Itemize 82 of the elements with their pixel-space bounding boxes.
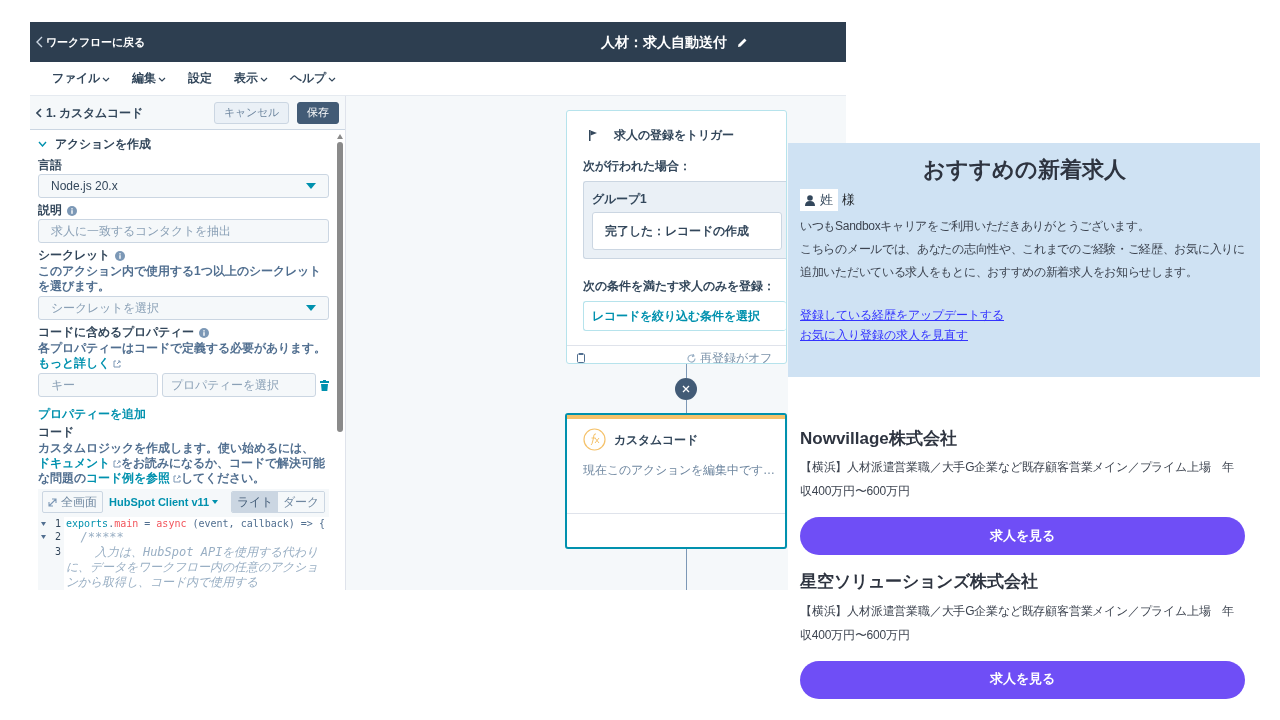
reenroll-status[interactable]: 再登録がオフ bbox=[687, 349, 772, 363]
trigger-title: 求人の登録をトリガー bbox=[614, 127, 734, 144]
save-button[interactable]: 保存 bbox=[297, 101, 339, 124]
close-icon bbox=[682, 385, 690, 393]
condition-box[interactable]: 完了した：レコードの作成 bbox=[592, 212, 782, 250]
function-icon bbox=[583, 428, 606, 451]
action-card[interactable]: カスタムコード 現在このアクションを編集中です… bbox=[565, 413, 787, 549]
doc-link[interactable]: コード例を参照 bbox=[86, 471, 182, 485]
scroll-up-icon[interactable] bbox=[337, 134, 343, 139]
menu-item[interactable]: ヘルプ bbox=[290, 69, 336, 88]
section-title[interactable]: アクションを作成 bbox=[55, 135, 151, 153]
flag-icon bbox=[589, 129, 598, 141]
trigger-card[interactable]: 求人の登録をトリガー 次が行われた場合： グループ1 完了した：レコードの作成 次の条件を満たす求人のみを登録： レコードを絞り込む条件を選択 再登録がオフ bbox=[566, 110, 787, 364]
help-text: このアクション内で使用する1つ以上のシークレットを選びます。 bbox=[38, 264, 322, 294]
back-link[interactable]: ワークフローに戻る bbox=[36, 33, 145, 51]
theme-toggle[interactable]: ライト bbox=[232, 492, 278, 512]
line-number: 2 bbox=[54, 530, 61, 543]
section-label: 次が行われた場合： bbox=[583, 158, 692, 175]
client-dropdown[interactable]: HubSpot Client v11 bbox=[107, 493, 221, 511]
info-icon bbox=[115, 250, 125, 261]
external-link-icon bbox=[113, 459, 122, 468]
chevron-left-icon bbox=[36, 36, 43, 48]
job-description: 【横浜】人材派遣営業職／大手G企業など既存顧客営業メイン／プライム上場 年収400万円〜600万円 bbox=[800, 602, 1235, 644]
help-text: 各プロパティーはコードで定義する必要があります。 もっと詳しく bbox=[38, 341, 327, 371]
external-link-icon bbox=[173, 474, 182, 483]
caret-icon bbox=[212, 500, 219, 504]
info-icon bbox=[67, 205, 77, 216]
info-icon bbox=[199, 327, 209, 338]
action-title: カスタムコード bbox=[614, 431, 698, 449]
view-job-button[interactable]: 求人を見る bbox=[800, 660, 1245, 699]
job-description: 【横浜】人材派遣営業職／大手G企業など既存顧客営業メイン／プライム上場 年収400万円〜600万円 bbox=[800, 459, 1235, 501]
description-field[interactable]: 求人に一致するコンタクトを抽出 bbox=[38, 219, 329, 243]
line-number: 1 bbox=[54, 517, 61, 530]
key-field[interactable]: キー bbox=[38, 373, 158, 397]
company-name: 星空ソリューションズ株式会社 bbox=[800, 572, 1039, 593]
doc-link[interactable]: ドキュメント bbox=[38, 456, 122, 470]
person-icon bbox=[805, 194, 815, 206]
field-label: コードに含めるプロパティー bbox=[38, 325, 194, 340]
honorific: 様 bbox=[842, 191, 855, 209]
fold-icon[interactable] bbox=[41, 521, 46, 526]
company-name: Nowvillage株式会社 bbox=[800, 429, 958, 450]
secret-select[interactable]: シークレットを選択 bbox=[38, 296, 329, 320]
panel-title: 1. カスタムコード bbox=[46, 104, 144, 122]
field-label: 言語 bbox=[38, 158, 62, 173]
language-select[interactable]: Node.js 20.x bbox=[38, 174, 329, 198]
pencil-icon[interactable] bbox=[737, 36, 748, 48]
menu-item[interactable]: 設定 bbox=[188, 69, 212, 88]
field-label: 説明 bbox=[38, 203, 62, 218]
help-text: カスタムロジックを作成します。使い始めるには、 ドキュメント をお読みになるか、コードで解決可能な問題のコード例を参照 してください。 bbox=[38, 441, 327, 486]
menu-item[interactable]: 表示 bbox=[234, 69, 268, 88]
caret-icon bbox=[306, 305, 316, 311]
line-number: 3 bbox=[54, 545, 61, 558]
property-select[interactable]: プロパティーを選択 bbox=[162, 373, 316, 397]
delete-button[interactable] bbox=[675, 378, 697, 400]
learn-more-link[interactable]: もっと詳しく bbox=[38, 356, 122, 370]
email-link[interactable]: お気に入り登録の求人を見直す bbox=[800, 324, 968, 345]
add-property-link[interactable]: プロパティーを追加 bbox=[38, 405, 146, 423]
chevron-left-icon[interactable] bbox=[36, 107, 42, 118]
action-status: 現在このアクションを編集中です… bbox=[583, 462, 776, 479]
view-job-button[interactable]: 求人を見る bbox=[800, 517, 1245, 556]
trash-icon[interactable] bbox=[320, 379, 329, 391]
expand-icon bbox=[48, 497, 57, 507]
clipboard-icon[interactable] bbox=[577, 353, 585, 363]
fullscreen-button[interactable]: 全画面 bbox=[42, 491, 103, 513]
name-token: 姓 bbox=[800, 189, 838, 211]
field-label: シークレット bbox=[38, 248, 110, 263]
caret-icon bbox=[306, 183, 316, 189]
refresh-icon bbox=[687, 353, 696, 363]
chevron-icon[interactable] bbox=[38, 141, 47, 147]
field-label: コード bbox=[38, 425, 74, 440]
workflow-title: 人材：求人自動送付 bbox=[601, 32, 727, 52]
email-text: こちらのメールでは、あなたの志向性や、これまでのご経験・ご経歴、お気に入りに追加いただいている求人をもとに、おすすめの新着求人をお知らせします。 bbox=[800, 240, 1246, 281]
section-label: 次の条件を満たす求人のみを登録： bbox=[583, 278, 776, 295]
group-title: グループ1 bbox=[592, 191, 648, 208]
menu-item[interactable]: ファイル bbox=[52, 69, 110, 88]
external-link-icon bbox=[113, 359, 122, 368]
filter-link[interactable]: レコードを絞り込む条件を選択 bbox=[583, 301, 786, 331]
email-title: おすすめの新着求人 bbox=[921, 157, 1127, 184]
email-link[interactable]: 登録している経歴をアップデートする bbox=[800, 304, 1004, 325]
menu-item[interactable]: 編集 bbox=[132, 69, 166, 88]
email-text: いつもSandboxキャリアをご利用いただきありがとうございます。 bbox=[800, 217, 1151, 235]
fold-icon[interactable] bbox=[41, 534, 46, 539]
